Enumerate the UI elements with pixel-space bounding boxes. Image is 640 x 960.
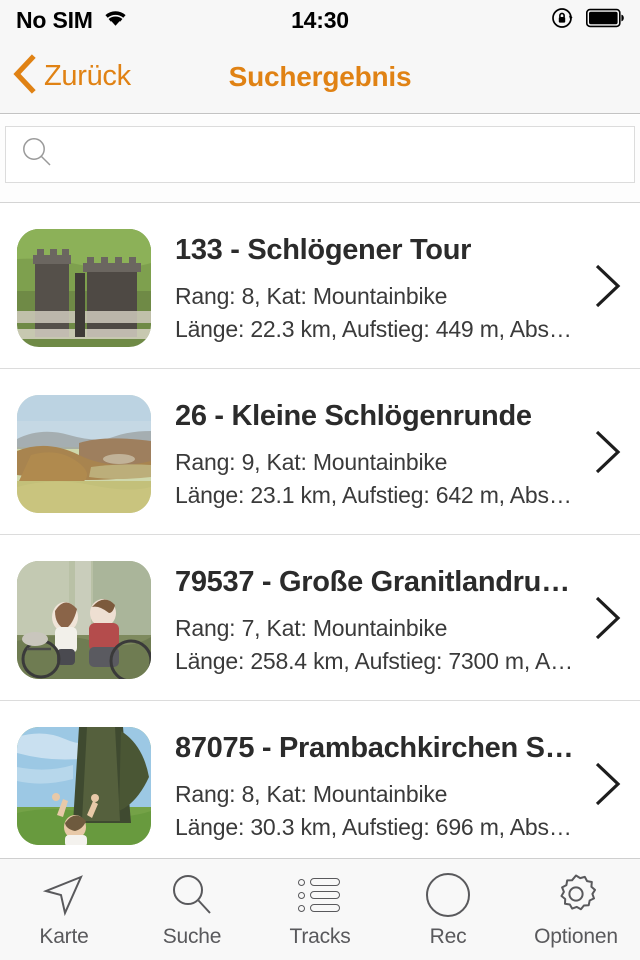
- row-text-block: 26 - Kleine Schlögenrunde Rang: 9, Kat: …: [175, 395, 576, 510]
- status-bar: No SIM 14:30: [0, 0, 640, 40]
- row-title: 26 - Kleine Schlögenrunde: [175, 400, 532, 432]
- row-thumbnail: [17, 395, 151, 513]
- row-text-block: 133 - Schlögener Tour Rang: 8, Kat: Moun…: [175, 229, 576, 344]
- row-thumbnail: [17, 229, 151, 347]
- row-text-block: 79537 - Große Granitlandru… Rang: 7, Kat…: [175, 561, 576, 676]
- tab-bar: Karte Suche Tracks Rec Optionen: [0, 858, 640, 960]
- row-title: 87075 - Prambachkirchen S…: [175, 732, 574, 764]
- navigation-bar: Zurück Suchergebnis: [0, 40, 640, 114]
- navigation-arrow-icon: [41, 872, 87, 918]
- search-icon: [169, 872, 215, 918]
- search-input[interactable]: [5, 126, 635, 183]
- table-row[interactable]: 26 - Kleine Schlögenrunde Rang: 9, Kat: …: [0, 369, 640, 535]
- gear-icon: [553, 872, 599, 918]
- search-bar-container: [0, 115, 640, 203]
- row-title: 133 - Schlögener Tour: [175, 234, 472, 266]
- tab-label: Suche: [162, 925, 222, 948]
- search-icon: [20, 135, 54, 174]
- app-screen: No SIM 14:30 Zurück Suchergebnis 133 - S…: [0, 0, 640, 960]
- row-subtitle-line1: Rang: 8, Kat: Mountainbike: [175, 781, 448, 807]
- clock-label: 14:30: [291, 6, 349, 33]
- battery-full-icon: [586, 8, 626, 33]
- chevron-right-icon[interactable]: [592, 429, 622, 475]
- tab-rec[interactable]: Rec: [384, 859, 512, 960]
- search-results-list[interactable]: 133 - Schlögener Tour Rang: 8, Kat: Moun…: [0, 203, 640, 858]
- table-row[interactable]: 79537 - Große Granitlandru… Rang: 7, Kat…: [0, 535, 640, 701]
- row-subtitle-line2: Länge: 258.4 km, Aufstieg: 7300 m, A…: [175, 647, 573, 674]
- row-title: 79537 - Große Granitlandru…: [175, 566, 570, 598]
- chevron-right-icon[interactable]: [592, 263, 622, 309]
- chevron-right-icon[interactable]: [592, 761, 622, 807]
- tab-label: Optionen: [534, 925, 618, 948]
- row-text-block: 87075 - Prambachkirchen S… Rang: 8, Kat:…: [175, 727, 576, 842]
- row-thumbnail: [17, 561, 151, 679]
- table-row[interactable]: 133 - Schlögener Tour Rang: 8, Kat: Moun…: [0, 203, 640, 369]
- tab-optionen[interactable]: Optionen: [512, 859, 640, 960]
- tab-suche[interactable]: Suche: [128, 859, 256, 960]
- status-bar-center: 14:30: [0, 0, 640, 40]
- tab-label: Rec: [429, 925, 467, 948]
- row-subtitle-line2: Länge: 22.3 km, Aufstieg: 449 m, Abs…: [175, 315, 572, 342]
- page-title: Suchergebnis: [228, 60, 412, 92]
- rotation-lock-icon: [551, 6, 575, 35]
- tab-label: Karte: [39, 925, 89, 948]
- tab-tracks[interactable]: Tracks: [256, 859, 384, 960]
- row-subtitle-line1: Rang: 7, Kat: Mountainbike: [175, 615, 448, 641]
- status-bar-right: [551, 0, 626, 40]
- row-subtitle-line1: Rang: 8, Kat: Mountainbike: [175, 283, 448, 309]
- tab-karte[interactable]: Karte: [0, 859, 128, 960]
- row-subtitle-line1: Rang: 9, Kat: Mountainbike: [175, 449, 448, 475]
- record-circle-icon: [425, 872, 471, 918]
- row-subtitle-line2: Länge: 23.1 km, Aufstieg: 642 m, Abs…: [175, 481, 572, 508]
- chevron-right-icon[interactable]: [592, 595, 622, 641]
- table-row[interactable]: 87075 - Prambachkirchen S… Rang: 8, Kat:…: [0, 701, 640, 858]
- row-thumbnail: [17, 727, 151, 845]
- row-subtitle-line2: Länge: 30.3 km, Aufstieg: 696 m, Abs…: [175, 813, 572, 840]
- bulleted-list-icon: [298, 872, 342, 918]
- tab-label: Tracks: [289, 925, 351, 948]
